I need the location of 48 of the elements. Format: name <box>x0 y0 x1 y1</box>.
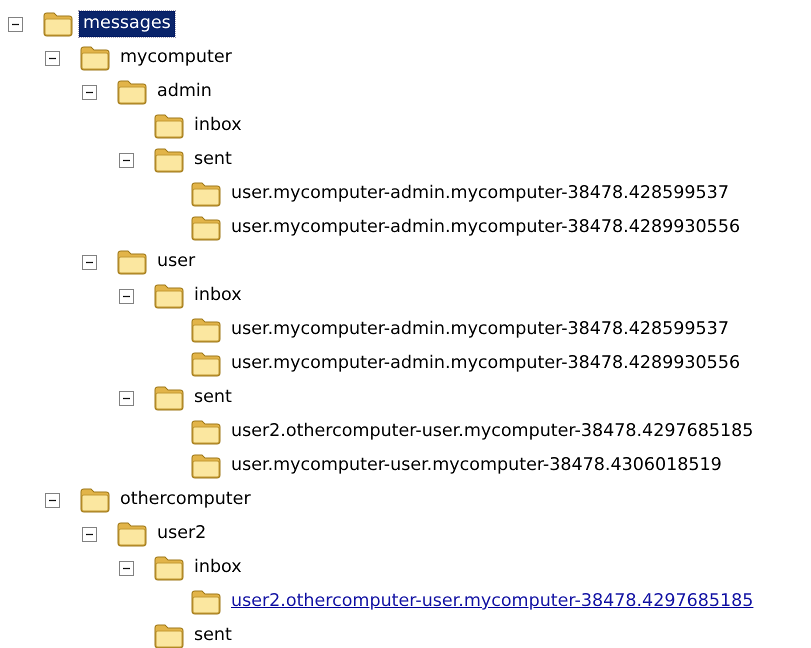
collapse-icon[interactable] <box>119 152 134 168</box>
tree-item[interactable]: user2 <box>153 521 210 547</box>
tree-item[interactable]: user2.othercomputer-user.mycomputer-38478.4297685185 <box>227 419 758 445</box>
tree-item[interactable]: user.mycomputer-admin.mycomputer-38478.428599537 <box>227 317 733 343</box>
collapse-icon[interactable] <box>45 50 60 66</box>
folder-icon <box>153 113 185 139</box>
folder-icon <box>190 453 222 479</box>
collapse-icon[interactable] <box>82 84 97 100</box>
folder-icon <box>116 79 148 105</box>
tree-item[interactable]: inbox <box>190 113 246 139</box>
folder-icon <box>153 555 185 581</box>
folder-icon <box>190 317 222 343</box>
tree-item[interactable]: messages <box>79 11 175 37</box>
folder-icon <box>190 419 222 445</box>
folder-icon <box>153 623 185 648</box>
tree-item[interactable]: user <box>153 249 200 275</box>
folder-icon <box>79 45 111 71</box>
folder-icon <box>79 487 111 513</box>
tree-item[interactable]: inbox <box>190 283 246 309</box>
tree-item[interactable]: user.mycomputer-admin.mycomputer-38478.4289930556 <box>227 351 744 377</box>
tree-item[interactable]: user.mycomputer-admin.mycomputer-38478.4289930556 <box>227 215 744 241</box>
folder-icon <box>153 283 185 309</box>
collapse-icon[interactable] <box>82 526 97 542</box>
tree-item[interactable]: othercomputer <box>116 487 255 513</box>
tree-item[interactable]: user.mycomputer-user.mycomputer-38478.4306018519 <box>227 453 726 479</box>
folder-icon <box>153 385 185 411</box>
tree-item[interactable]: sent <box>190 623 236 648</box>
tree-item[interactable]: inbox <box>190 555 246 581</box>
tree-item[interactable]: user2.othercomputer-user.mycomputer-38478.4297685185 <box>227 589 758 615</box>
tree-item[interactable]: admin <box>153 79 216 105</box>
folder-icon <box>116 521 148 547</box>
tree-item[interactable]: sent <box>190 147 236 173</box>
tree-item[interactable]: mycomputer <box>116 45 236 71</box>
folder-icon <box>116 249 148 275</box>
folder-icon <box>190 181 222 207</box>
folder-icon <box>190 351 222 377</box>
tree-item[interactable]: sent <box>190 385 236 411</box>
folder-icon <box>190 589 222 615</box>
collapse-icon[interactable] <box>119 390 134 406</box>
tree-item[interactable]: user.mycomputer-admin.mycomputer-38478.428599537 <box>227 181 733 207</box>
collapse-icon[interactable] <box>45 492 60 508</box>
collapse-icon[interactable] <box>8 16 23 32</box>
folder-icon <box>42 11 74 37</box>
collapse-icon[interactable] <box>119 560 134 576</box>
folder-icon <box>190 215 222 241</box>
collapse-icon[interactable] <box>82 254 97 270</box>
folder-icon <box>153 147 185 173</box>
collapse-icon[interactable] <box>119 288 134 304</box>
